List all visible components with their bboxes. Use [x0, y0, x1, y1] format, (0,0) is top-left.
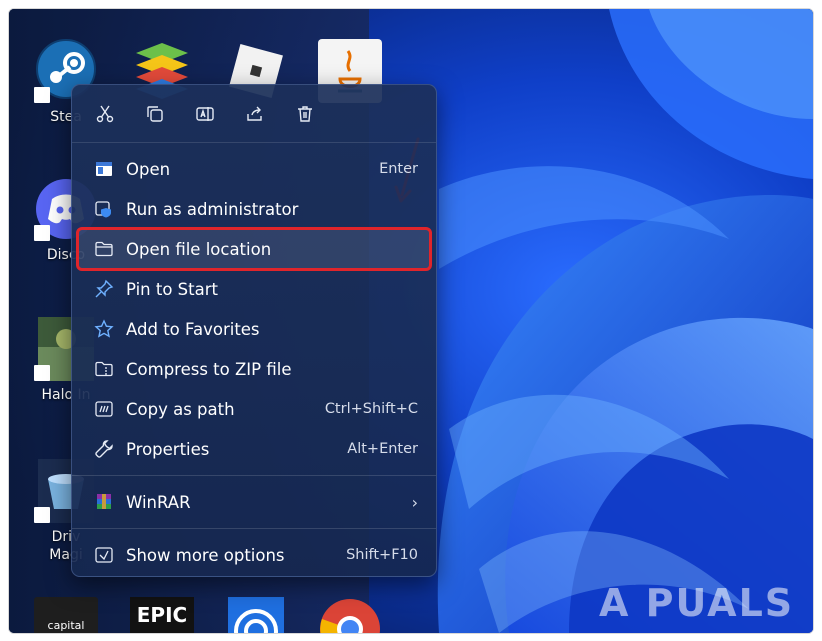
desktop-icon-epic[interactable]: EPIC — [127, 597, 197, 633]
winrar-icon — [97, 494, 111, 509]
copy-button[interactable] — [140, 99, 170, 129]
desktop-icon-capital[interactable]: capital — [31, 597, 101, 633]
menu-item-compress-zip[interactable]: Compress to ZIP file — [76, 349, 432, 389]
wrench-icon — [95, 440, 113, 458]
capital-icon: capital — [34, 597, 98, 633]
shortcut-arrow-icon — [34, 507, 50, 523]
menu-item-properties[interactable]: Properties Alt+Enter — [76, 429, 432, 469]
appuals-watermark: A PUALS — [599, 581, 795, 625]
menu-item-label: Properties — [126, 439, 210, 459]
menu-item-label: Open file location — [126, 239, 272, 259]
folder-icon — [95, 241, 113, 257]
context-menu-toolbar — [72, 85, 436, 143]
path-icon — [95, 401, 113, 417]
menu-item-label: WinRAR — [126, 492, 191, 512]
menu-item-show-more-options[interactable]: Show more options Shift+F10 — [76, 535, 432, 575]
desktop-frame: Stea Disco Halo In Driv Magi capital EPI… — [8, 8, 814, 634]
menu-item-label: Compress to ZIP file — [126, 359, 292, 379]
menu-item-shortcut: Ctrl+Shift+C — [324, 401, 418, 417]
delete-button[interactable] — [290, 99, 320, 129]
menu-separator — [72, 528, 436, 529]
star-icon — [94, 319, 114, 338]
share-button[interactable] — [240, 99, 270, 129]
desktop-icon-app[interactable] — [221, 597, 291, 633]
cut-button[interactable] — [90, 99, 120, 129]
trash-icon — [298, 105, 312, 122]
rename-button[interactable] — [190, 99, 220, 129]
menu-item-label: Copy as path — [126, 399, 235, 419]
copy-icon — [147, 105, 163, 122]
menu-item-winrar[interactable]: WinRAR › — [76, 482, 432, 522]
menu-item-label: Open — [126, 159, 171, 179]
menu-separator — [72, 475, 436, 476]
shortcut-arrow-icon — [34, 225, 50, 241]
rename-icon — [196, 106, 214, 121]
shield-icon — [95, 201, 111, 218]
shortcut-arrow-icon — [34, 365, 50, 381]
menu-item-label: Add to Favorites — [126, 319, 260, 339]
zip-icon — [95, 361, 113, 377]
more-options-icon — [95, 547, 113, 563]
context-menu: Open Enter Run as administrator Open fil… — [71, 84, 437, 577]
menu-item-open[interactable]: Open Enter — [76, 149, 432, 189]
share-icon — [247, 106, 262, 121]
chrome-icon — [318, 597, 382, 633]
epic-icon-text: EPIC — [136, 603, 188, 627]
context-menu-items: Open Enter Run as administrator Open fil… — [72, 143, 436, 575]
menu-item-pin-to-start[interactable]: Pin to Start — [76, 269, 432, 309]
menu-item-open-file-location[interactable]: Open file location — [76, 227, 432, 271]
menu-item-shortcut: Enter — [379, 161, 418, 177]
epic-games-icon: EPIC — [130, 597, 194, 633]
window-icon — [96, 162, 112, 176]
menu-item-shortcut: Shift+F10 — [346, 547, 418, 563]
menu-item-shortcut: Alt+Enter — [347, 441, 418, 457]
menu-item-label: Run as administrator — [126, 199, 299, 219]
menu-item-add-to-favorites[interactable]: Add to Favorites — [76, 309, 432, 349]
menu-item-label: Pin to Start — [126, 279, 218, 299]
chevron-right-icon: › — [411, 492, 418, 512]
menu-item-copy-as-path[interactable]: Copy as path Ctrl+Shift+C — [76, 389, 432, 429]
app-icon — [224, 597, 288, 633]
shortcut-arrow-icon — [34, 87, 50, 103]
menu-item-label: Show more options — [126, 545, 285, 565]
capital-icon-text: capital — [47, 619, 85, 632]
scissors-icon — [96, 105, 114, 122]
desktop-icon-chrome[interactable] — [315, 597, 385, 633]
pin-icon — [95, 279, 114, 298]
menu-item-run-as-admin[interactable]: Run as administrator — [76, 189, 432, 229]
